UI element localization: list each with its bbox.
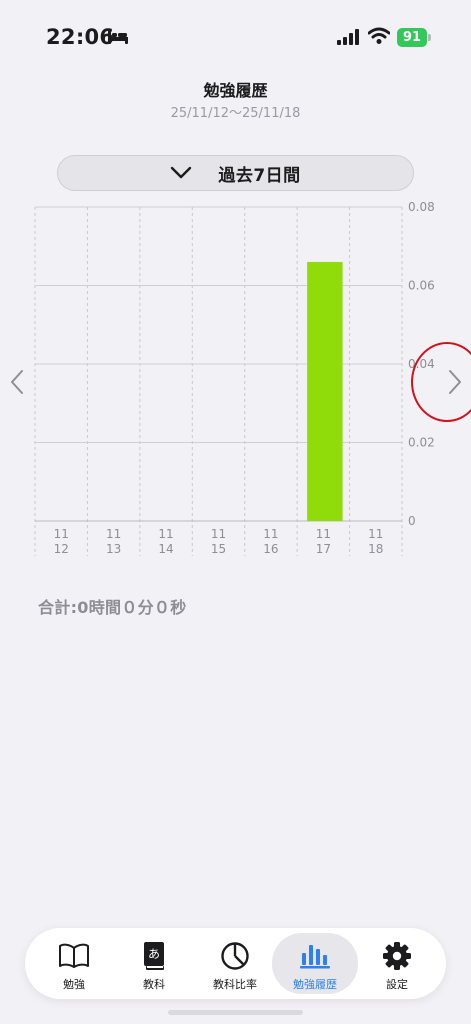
total-study-time: 合計:0時間０分０秒 (38, 598, 187, 617)
tab-label-settings: 設定 (386, 978, 408, 991)
tab-bar: 勉強 あ 教科 教科比率 勉強履歴 設定 (25, 928, 446, 999)
tab-settings[interactable]: 設定 (354, 933, 440, 994)
tab-subject-ratio[interactable]: 教科比率 (192, 933, 278, 994)
tab-study[interactable]: 勉強 (31, 933, 117, 994)
x-tick-label: 11 (54, 527, 69, 541)
history-chart-svg: 00.020.040.060.0811121113111411151116111… (34, 200, 435, 556)
battery-icon: 91 (397, 28, 427, 47)
x-tick-label: 11 (368, 527, 383, 541)
x-tick-label: 12 (54, 542, 69, 556)
period-selector[interactable]: 過去7日間 (57, 155, 414, 191)
bed-icon (108, 30, 128, 44)
status-time: 22:06 (46, 25, 115, 49)
x-tick-label: 14 (158, 542, 173, 556)
bar-chart-icon (300, 941, 330, 971)
x-tick-label: 16 (263, 542, 278, 556)
pie-chart-icon (220, 941, 250, 971)
svg-text:あ: あ (148, 947, 160, 961)
signal-icon (337, 29, 359, 45)
x-tick-label: 11 (316, 527, 331, 541)
x-tick-label: 13 (106, 542, 121, 556)
x-tick-label: 11 (263, 527, 278, 541)
previous-week-button[interactable] (2, 362, 32, 402)
history-chart: 0 0.02 0.04 0.06 0.08 11 12 11 13 11 14 11 15 11 16 11 1… (0, 198, 471, 568)
tab-label-subjects: 教科 (143, 978, 165, 991)
wifi-icon (368, 27, 390, 44)
y-tick-label: 0.08 (408, 200, 435, 214)
gear-icon (382, 941, 412, 971)
x-tick-label: 17 (316, 542, 331, 556)
date-range: 25/11/12〜25/11/18 (170, 106, 301, 121)
x-tick-label: 11 (158, 527, 173, 541)
period-label: 過去7日間 (218, 165, 301, 186)
tab-label-subject-ratio: 教科比率 (213, 978, 257, 991)
subject-book-icon: あ (142, 941, 166, 971)
x-tick-label: 18 (368, 542, 383, 556)
book-icon (58, 941, 90, 971)
tab-subjects[interactable]: あ 教科 (111, 933, 197, 994)
tab-label-study: 勉強 (63, 978, 85, 991)
y-tick-label: 0 (408, 514, 416, 528)
tab-study-history[interactable]: 勉強履歴 (272, 933, 358, 994)
tab-label-study-history: 勉強履歴 (293, 978, 337, 991)
y-tick-label: 0.06 (408, 279, 435, 293)
page-title: 勉強履歴 (203, 81, 268, 100)
y-tick-label: 0.02 (408, 436, 435, 450)
chevron-left-icon (11, 370, 23, 394)
bar (307, 261, 343, 521)
status-bar: 22:06 91 (0, 0, 471, 60)
chevron-down-icon (171, 166, 192, 179)
x-tick-label: 15 (211, 542, 226, 556)
battery-tip (428, 34, 431, 41)
x-tick-label: 11 (106, 527, 121, 541)
home-indicator (168, 1010, 303, 1015)
x-tick-label: 11 (211, 527, 226, 541)
